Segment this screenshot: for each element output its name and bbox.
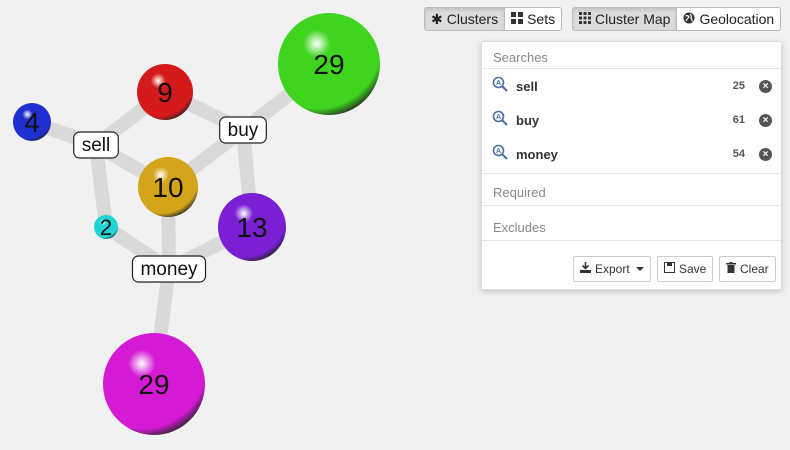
cluster-bubble[interactable]: 10: [138, 157, 198, 217]
cluster-bubble[interactable]: 13: [218, 193, 286, 261]
search-term: buy: [516, 112, 540, 128]
required-heading: Required: [493, 185, 546, 200]
search-count: 61: [732, 114, 745, 126]
floppy-icon: [664, 262, 675, 276]
sets-button[interactable]: Sets: [504, 8, 561, 30]
cluster-map-button[interactable]: Cluster Map: [573, 8, 677, 30]
clear-button[interactable]: Clear: [719, 256, 776, 282]
cluster-bubble[interactable]: 9: [137, 64, 193, 120]
cluster-count: 4: [24, 107, 40, 138]
svg-text:A: A: [496, 114, 501, 121]
term-label-sell[interactable]: sell: [73, 131, 119, 159]
cluster-count: 29: [313, 49, 344, 80]
search-term: money: [516, 146, 558, 162]
cluster-count: 29: [138, 369, 169, 400]
divider: [482, 68, 781, 69]
save-button[interactable]: Save: [657, 256, 714, 282]
search-magnifier-icon: A: [492, 76, 508, 97]
cluster-bubble[interactable]: 4: [13, 103, 51, 141]
asterisk-icon: ✱: [431, 10, 443, 27]
globe-icon: [683, 11, 695, 27]
apps-grid-icon: [579, 11, 591, 27]
searches-heading: Searches: [493, 50, 548, 65]
search-panel: Searches A sell 25 × A buy 61 × A money …: [481, 41, 782, 290]
geolocation-button[interactable]: Geolocation: [676, 8, 780, 30]
cluster-count: 2: [100, 215, 112, 240]
search-magnifier-icon: A: [492, 144, 508, 165]
cluster-count: 9: [157, 77, 173, 108]
grid-icon: [511, 11, 524, 27]
remove-icon[interactable]: ×: [759, 79, 772, 93]
search-row-buy[interactable]: A buy 61 ×: [492, 109, 772, 131]
download-icon: [580, 262, 591, 276]
cluster-bubble[interactable]: 29: [103, 333, 205, 435]
caret-down-icon: [635, 267, 644, 271]
clusters-button[interactable]: ✱ Clusters: [425, 8, 505, 30]
search-row-money[interactable]: A money 54 ×: [492, 143, 772, 165]
cluster-count: 10: [152, 172, 183, 203]
term-label-buy[interactable]: buy: [219, 116, 267, 144]
export-button[interactable]: Export: [573, 256, 651, 282]
cluster-count: 13: [236, 212, 267, 243]
divider: [482, 173, 781, 174]
remove-icon[interactable]: ×: [759, 147, 772, 161]
search-count: 54: [732, 148, 745, 160]
excludes-heading: Excludes: [493, 220, 546, 235]
search-count: 25: [732, 80, 745, 92]
term-label-text: money: [140, 259, 198, 280]
term-label-money[interactable]: money: [131, 255, 207, 283]
term-label-text: buy: [228, 120, 259, 141]
view-mode-toggle: ✱ Clusters Sets: [424, 7, 563, 31]
search-row-sell[interactable]: A sell 25 ×: [492, 75, 772, 97]
trash-icon: [726, 262, 736, 276]
divider: [482, 240, 781, 241]
svg-text:A: A: [496, 148, 501, 155]
svg-text:A: A: [496, 80, 501, 87]
cluster-bubble[interactable]: 29: [278, 13, 380, 115]
map-mode-toggle: Cluster Map Geolocation: [572, 7, 782, 31]
search-magnifier-icon: A: [492, 110, 508, 131]
term-label-text: sell: [82, 135, 111, 156]
divider: [482, 205, 781, 206]
remove-icon[interactable]: ×: [759, 113, 772, 127]
search-term: sell: [516, 78, 538, 94]
